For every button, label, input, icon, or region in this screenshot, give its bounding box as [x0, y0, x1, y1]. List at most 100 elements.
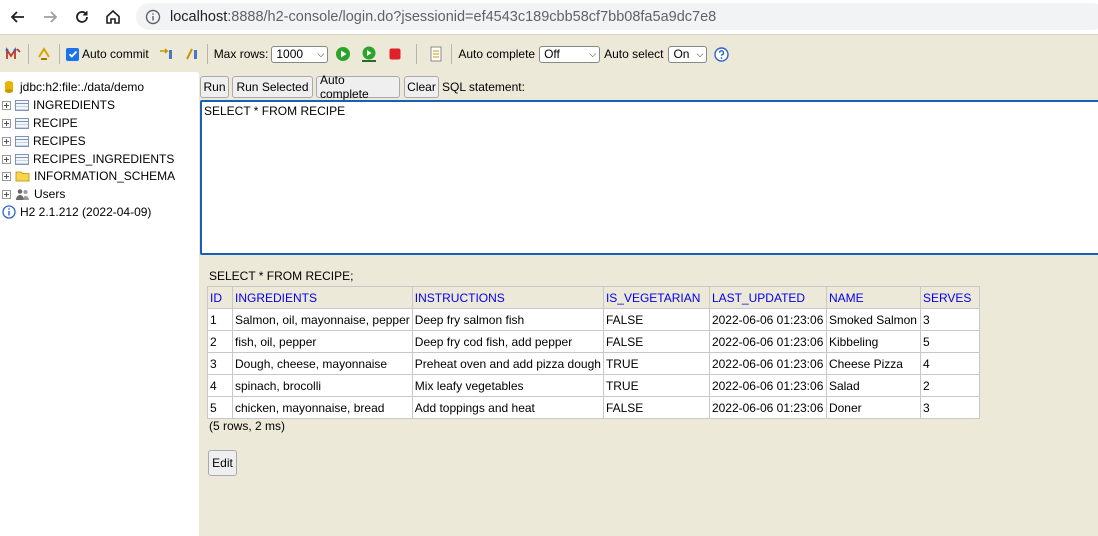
table-cell: 1 [207, 308, 233, 331]
info-icon[interactable] [144, 8, 162, 26]
expand-icon[interactable] [2, 154, 11, 164]
tree-connection[interactable]: jdbc:h2:file:./data/demo [2, 78, 144, 96]
expand-icon[interactable] [2, 118, 11, 128]
table-cell: 5 [919, 330, 980, 353]
table-cell: Dough, cheese, mayonnaise [232, 352, 413, 375]
table-cell: 5 [207, 396, 233, 419]
column-header[interactable]: ID [207, 286, 233, 309]
table-cell: Doner [825, 396, 921, 419]
info-icon [2, 205, 16, 219]
home-icon[interactable] [101, 5, 125, 29]
run-selected-button[interactable]: Run Selected [232, 76, 313, 98]
url-host: localhost [170, 8, 228, 25]
tree-table-recipes-ingredients[interactable]: RECIPES_INGREDIENTS [2, 150, 174, 168]
column-header[interactable]: INSTRUCTIONS [411, 286, 604, 309]
table-cell: 3 [919, 396, 980, 419]
tree-table-ingredients[interactable]: INGREDIENTS [2, 96, 115, 114]
h2-toolbar: Auto commit Max rows: 1000 ⌵ Auto comple… [0, 34, 1098, 73]
max-rows-label: Max rows: [213, 47, 269, 61]
table-cell: FALSE [602, 396, 710, 419]
table-cell: chicken, mayonnaise, bread [232, 396, 413, 419]
table-cell: 2 [919, 374, 980, 397]
table-cell: 2022-06-06 01:23:06 [708, 308, 827, 331]
expand-icon[interactable] [2, 189, 11, 199]
toolbar-separator [59, 44, 60, 64]
table-cell: Salad [825, 374, 921, 397]
tree-users-label: Users [34, 187, 66, 201]
toolbar-separator [28, 44, 29, 64]
table-row: 5 chicken, mayonnaise, bread Add topping… [207, 396, 980, 419]
tree-table-recipes[interactable]: RECIPES [2, 132, 86, 150]
edit-button[interactable]: Edit [208, 450, 237, 476]
connection-label: jdbc:h2:file:./data/demo [20, 80, 145, 94]
folder-icon [15, 171, 30, 182]
auto-commit-checkbox[interactable] [66, 47, 79, 61]
run-button[interactable]: Run [200, 76, 229, 98]
chevron-down-icon: ⌵ [317, 48, 325, 59]
table-cell: Preheat oven and add pizza dough [411, 352, 604, 375]
disconnect-icon[interactable] [4, 45, 22, 63]
column-header[interactable]: NAME [825, 286, 921, 309]
forward-arrow-icon[interactable] [38, 5, 62, 29]
address-bar[interactable]: localhost:8888/h2-console/login.do?jsess… [136, 3, 1098, 30]
table-cell: 2 [207, 330, 233, 353]
column-header[interactable]: LAST_UPDATED [708, 286, 827, 309]
table-cell: 2022-06-06 01:23:06 [708, 396, 827, 419]
table-cell: Cheese Pizza [825, 352, 921, 375]
column-header[interactable]: INGREDIENTS [232, 286, 413, 309]
table-header-row: ID INGREDIENTS INSTRUCTIONS IS_VEGETARIA… [207, 286, 980, 309]
auto-complete-select[interactable]: Off ⌵ [539, 45, 601, 63]
result-title: SELECT * FROM RECIPE; [209, 269, 354, 283]
tree-table-label: INGREDIENTS [33, 98, 116, 112]
table-row: 4 spinach, brocolli Mix leafy vegetables… [207, 374, 980, 397]
auto-complete-button[interactable]: Auto complete [316, 73, 400, 101]
expand-icon[interactable] [2, 100, 11, 110]
table-cell: Add toppings and heat [411, 396, 604, 419]
expand-icon[interactable] [2, 171, 11, 181]
chevron-down-icon: ⌵ [589, 48, 597, 59]
sql-statement-label: SQL statement: [442, 80, 525, 94]
stop-icon[interactable] [386, 45, 404, 63]
url-text: localhost:8888/h2-console/login.do?jsess… [170, 9, 716, 25]
table-icon [15, 135, 29, 147]
table-icon [15, 117, 29, 129]
auto-complete-label: Auto complete [458, 47, 536, 61]
toolbar-separator [206, 44, 208, 64]
clear-button[interactable]: Clear [404, 76, 439, 98]
auto-commit-label: Auto commit [82, 47, 149, 61]
tree-information-schema[interactable]: INFORMATION_SCHEMA [2, 167, 175, 185]
results-table: ID INGREDIENTS INSTRUCTIONS IS_VEGETARIA… [207, 286, 980, 419]
reload-icon[interactable] [70, 5, 94, 29]
help-icon[interactable] [712, 45, 730, 63]
table-cell: fish, oil, pepper [232, 330, 413, 353]
column-header[interactable]: SERVES [919, 286, 980, 309]
chevron-down-icon: ⌵ [696, 48, 704, 59]
back-arrow-icon[interactable] [6, 5, 30, 29]
refresh-icon[interactable] [35, 45, 53, 63]
users-icon [16, 188, 29, 200]
table-icon [15, 99, 29, 111]
tree-table-label: RECIPES [33, 134, 86, 148]
schema-tree: jdbc:h2:file:./data/demo INGREDIENTS REC… [0, 72, 198, 536]
query-panel: Run Run Selected Auto complete Clear SQL… [199, 72, 1098, 536]
tree-table-recipe[interactable]: RECIPE [2, 114, 78, 132]
commit-icon[interactable] [183, 45, 201, 63]
table-cell: Deep fry salmon fish [411, 308, 604, 331]
run-icon[interactable] [334, 45, 352, 63]
expand-icon[interactable] [2, 136, 11, 146]
table-cell: Deep fry cod fish, add pepper [411, 330, 604, 353]
result-summary: (5 rows, 2 ms) [209, 419, 286, 433]
rollback-icon[interactable] [157, 45, 175, 63]
column-header[interactable]: IS_VEGETARIAN [602, 286, 710, 309]
auto-complete-value: Off [544, 47, 560, 61]
auto-select-label: Auto select [604, 47, 664, 61]
tree-users[interactable]: Users [2, 185, 65, 203]
table-cell: 2022-06-06 01:23:06 [708, 330, 827, 353]
table-cell: FALSE [602, 308, 710, 331]
run-selected-icon[interactable] [360, 45, 378, 63]
history-icon[interactable] [427, 45, 445, 63]
auto-select-select[interactable]: On ⌵ [668, 45, 708, 63]
max-rows-select[interactable]: 1000 ⌵ [271, 45, 329, 63]
table-cell: 2022-06-06 01:23:06 [708, 374, 827, 397]
sql-editor[interactable]: SELECT * FROM RECIPE [200, 100, 1098, 255]
